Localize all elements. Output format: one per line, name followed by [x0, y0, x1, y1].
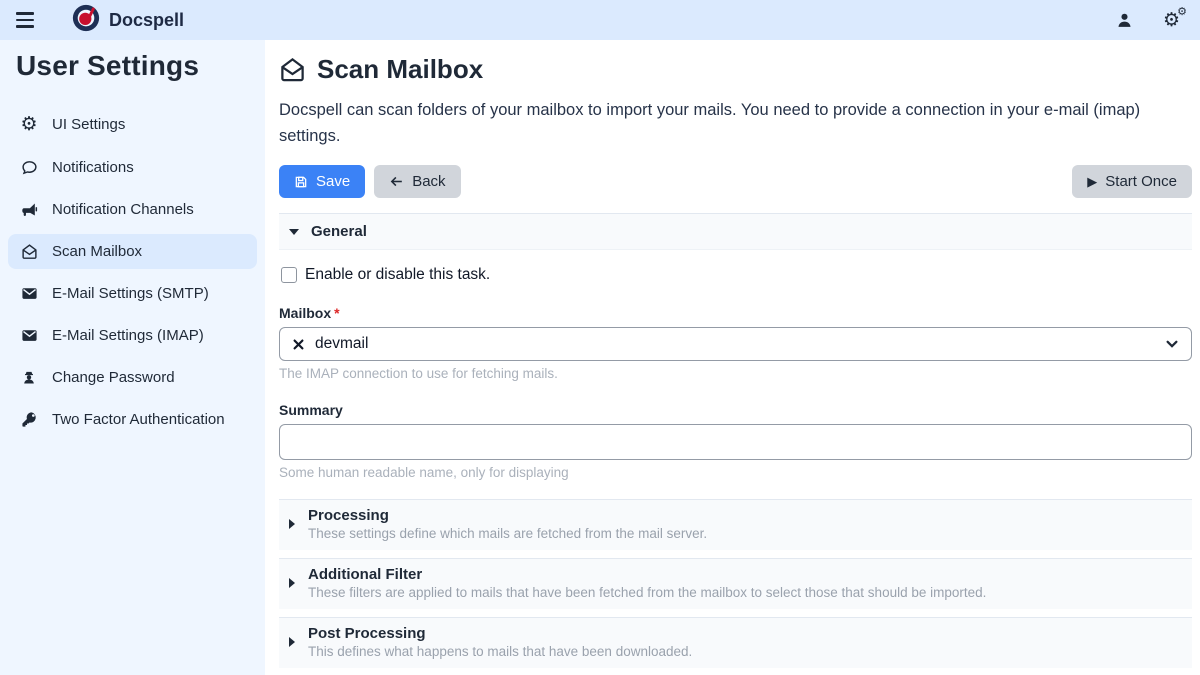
sidebar-item-email-settings-imap[interactable]: E-Mail Settings (IMAP)	[8, 318, 257, 353]
gear-icon: ⚙	[18, 115, 40, 134]
bullhorn-icon	[18, 201, 40, 218]
app-title: Docspell	[109, 10, 184, 31]
chevron-down-icon	[289, 229, 299, 235]
sidebar-item-scan-mailbox[interactable]: Scan Mailbox	[8, 234, 257, 269]
sidebar-title: User Settings	[0, 48, 265, 92]
sidebar-item-label: Notification Channels	[52, 201, 194, 218]
envelope-icon	[18, 327, 40, 344]
start-once-button[interactable]: ▶ Start Once	[1072, 165, 1192, 198]
sidebar-nav: ⚙ UI Settings Notifications Notification…	[0, 106, 265, 437]
sidebar-item-change-password[interactable]: Change Password	[8, 360, 257, 395]
docspell-logo-icon	[72, 4, 100, 37]
clear-selection-icon[interactable]	[292, 338, 305, 351]
main-content: Scan Mailbox Docspell can scan folders o…	[265, 40, 1200, 675]
envelope-icon	[18, 285, 40, 302]
mailbox-helper-text: The IMAP connection to use for fetching …	[279, 366, 1192, 381]
page-description: Docspell can scan folders of your mailbo…	[279, 98, 1192, 149]
arrow-left-icon	[389, 174, 404, 189]
processing-cogs-icon[interactable]: ⚙⚙	[1163, 11, 1180, 30]
user-icon[interactable]	[1116, 12, 1133, 29]
topbar: Docspell ⚙⚙	[0, 0, 1200, 40]
required-asterisk: *	[334, 305, 339, 321]
sidebar-item-label: E-Mail Settings (IMAP)	[52, 327, 204, 344]
summary-helper-text: Some human readable name, only for displ…	[279, 465, 1192, 480]
envelope-open-icon	[18, 243, 40, 260]
start-once-button-label: Start Once	[1105, 173, 1177, 190]
sidebar-item-label: Scan Mailbox	[52, 243, 142, 260]
back-button[interactable]: Back	[374, 165, 460, 198]
sidebar-item-ui-settings[interactable]: ⚙ UI Settings	[8, 106, 257, 143]
sidebar-item-label: Change Password	[52, 369, 175, 386]
summary-label: Summary	[279, 402, 1192, 418]
brand[interactable]: Docspell	[72, 4, 184, 37]
sidebar-item-notification-channels[interactable]: Notification Channels	[8, 192, 257, 227]
section-header-processing[interactable]: Processing These settings define which m…	[279, 499, 1192, 550]
save-icon	[294, 175, 308, 189]
section-title: Processing	[308, 507, 707, 524]
sidebar-item-label: Notifications	[52, 159, 134, 176]
page-title: Scan Mailbox	[317, 54, 483, 85]
enable-task-checkbox[interactable]	[281, 267, 297, 283]
chevron-down-icon	[1165, 337, 1179, 351]
mailbox-label: Mailbox*	[279, 305, 1192, 321]
back-button-label: Back	[412, 173, 445, 190]
sidebar: User Settings ⚙ UI Settings Notification…	[0, 40, 265, 675]
chevron-right-icon	[289, 578, 295, 588]
mailbox-select[interactable]: devmail	[279, 327, 1192, 361]
save-button-label: Save	[316, 173, 350, 190]
section-description: These filters are applied to mails that …	[308, 585, 986, 600]
summary-input[interactable]	[279, 424, 1192, 460]
sidebar-item-label: Two Factor Authentication	[52, 411, 225, 428]
section-header-post-processing[interactable]: Post Processing This defines what happen…	[279, 617, 1192, 668]
comment-icon	[18, 159, 40, 176]
play-icon: ▶	[1087, 175, 1097, 188]
user-secret-icon	[18, 369, 40, 386]
sidebar-item-label: E-Mail Settings (SMTP)	[52, 285, 209, 302]
sidebar-item-two-factor[interactable]: Two Factor Authentication	[8, 402, 257, 437]
section-header-additional-filter[interactable]: Additional Filter These filters are appl…	[279, 558, 1192, 609]
menu-icon[interactable]	[14, 10, 36, 30]
section-header-general[interactable]: General	[279, 213, 1192, 250]
enable-task-label: Enable or disable this task.	[305, 266, 490, 284]
chevron-right-icon	[289, 637, 295, 647]
sidebar-item-email-settings-smtp[interactable]: E-Mail Settings (SMTP)	[8, 276, 257, 311]
mailbox-selected-value: devmail	[315, 335, 368, 353]
chevron-right-icon	[289, 519, 295, 529]
section-title: General	[311, 223, 367, 240]
sidebar-item-label: UI Settings	[52, 116, 125, 133]
sidebar-item-notifications[interactable]: Notifications	[8, 150, 257, 185]
envelope-open-icon	[279, 56, 306, 83]
key-icon	[18, 411, 40, 428]
section-title: Post Processing	[308, 625, 692, 642]
section-description: These settings define which mails are fe…	[308, 526, 707, 541]
section-description: This defines what happens to mails that …	[308, 644, 692, 659]
save-button[interactable]: Save	[279, 165, 365, 198]
section-title: Additional Filter	[308, 566, 986, 583]
